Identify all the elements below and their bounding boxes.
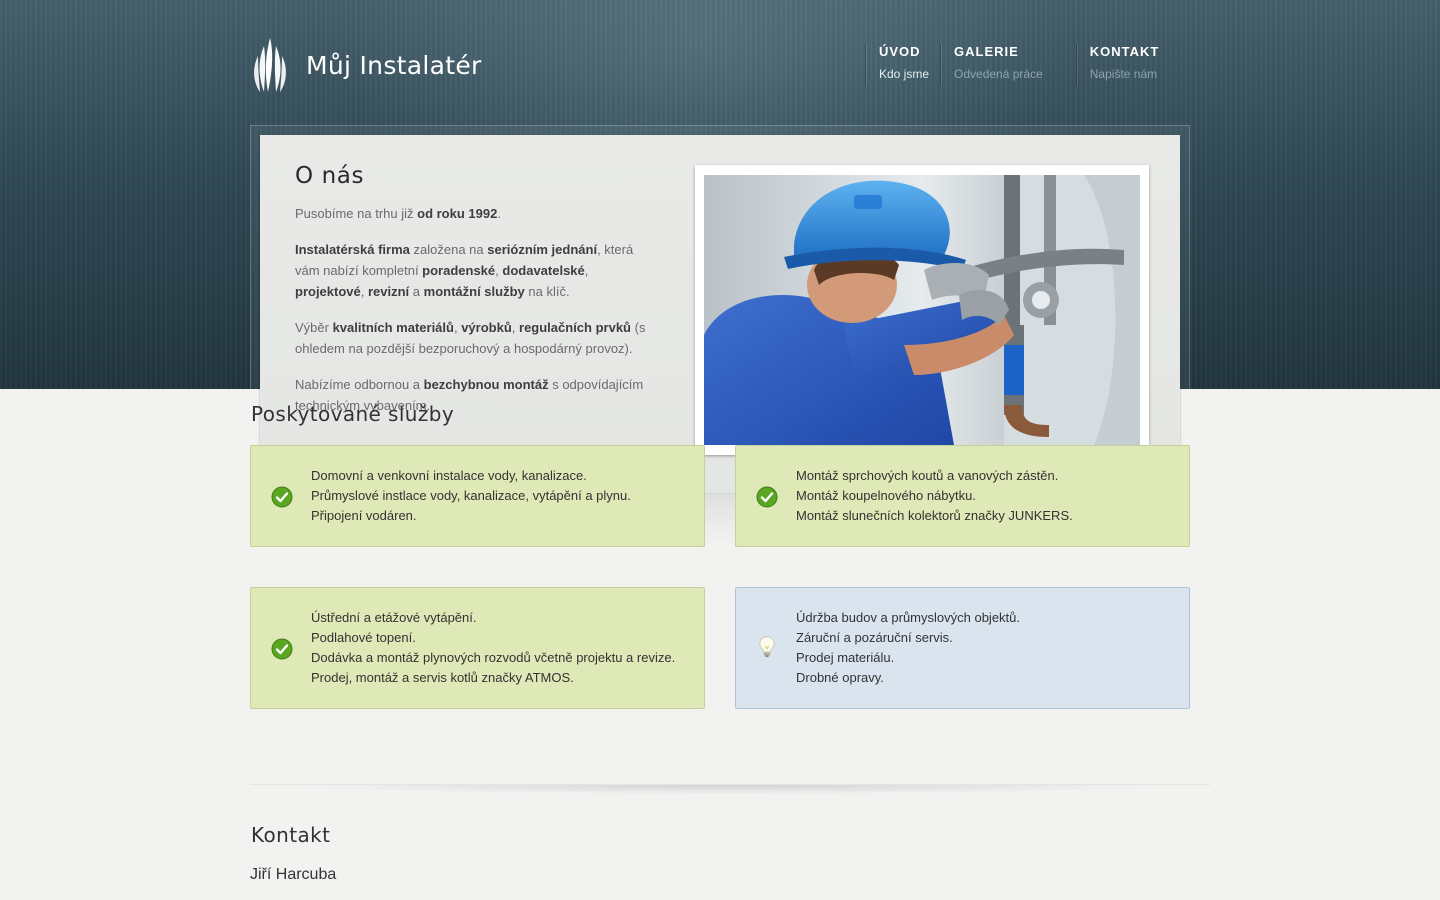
service-line: Průmyslové instlace vody, kanalizace, vy… [311,488,631,503]
checkmark-icon [756,486,778,508]
nav-item-kontakt[interactable]: KONTAKT Napište nám [1076,44,1172,86]
service-line: Záruční a pozáruční servis. [796,630,953,645]
text: . [497,206,501,221]
service-box: Montáž sprchových koutů a vanových zástě… [735,445,1190,547]
bold-text: revizní [367,284,410,299]
contact-title: Kontakt [251,823,331,847]
site-logo[interactable]: Můj Instalatér [250,36,482,94]
bold-text: Instalatérská firma [295,242,410,257]
about-paragraph-3: Výběr kvalitních materiálů, výrobků, reg… [295,317,655,359]
service-line: Ústřední a etážové vytápění. [311,610,477,625]
bold-text: projektové [295,284,361,299]
services-title: Poskytované služby [251,402,455,426]
bold-text: výrobků [461,320,512,335]
service-line: Montáž koupelnového nábytku. [796,488,976,503]
bold-text: bezchybnou montáž [423,377,549,392]
checkmark-icon [271,638,293,660]
about-section: O nás Pusobíme na trhu již od roku 1992.… [295,163,655,431]
text: a [409,284,424,299]
nav-item-title: GALERIE [954,44,1019,59]
section-divider [250,784,1210,795]
checkmark-icon [271,486,293,508]
bold-text: regulačních prvků [519,320,631,335]
main-nav: ÚVOD Kdo jsme GALERIE Odvedená práce KON… [866,44,1171,86]
bold-text: seriózním jednání [487,242,598,257]
text: založena na [409,242,488,257]
service-line: Drobné opravy. [796,670,884,685]
plumber-illustration [704,175,1140,445]
flame-logo-icon [254,38,286,92]
service-line: Dodávka a montáž plynových rozvodů včetn… [311,650,676,665]
about-paragraph-2: Instalatérská firma založena na seriózní… [295,239,655,302]
bold-text: od roku 1992 [417,206,498,221]
about-title: O nás [295,163,365,189]
bold-text: poradenské [422,263,496,278]
nav-item-title: KONTAKT [1089,44,1160,59]
service-line: Domovní a venkovní instalace vody, kanal… [311,468,587,483]
photo-frame [695,165,1149,455]
bold-text: montážní služby [423,284,525,299]
lightbulb-icon [759,636,775,658]
service-line: Podlahové topení. [311,630,416,645]
service-box: Údržba budov a průmyslových objektů. Zár… [735,587,1190,709]
text: , [511,320,520,335]
service-line: Montáž slunečních kolektorů značky JUNKE… [796,508,1073,523]
nav-item-subtitle: Odvedená práce [954,67,1043,81]
service-line: Prodej materiálu. [796,650,895,665]
service-line: Montáž sprchových koutů a vanových zástě… [796,468,1059,483]
service-line: Údržba budov a průmyslových objektů. [796,610,1021,625]
text: Pusobíme na trhu již [295,206,418,221]
text: , [584,263,589,278]
service-box: Domovní a venkovní instalace vody, kanal… [250,445,705,547]
logo-text: Můj Instalatér [306,50,482,80]
text: , [360,284,368,299]
text: na klíč. [524,284,570,299]
service-box: Ústřední a etážové vytápění. Podlahové t… [250,587,705,709]
about-paragraph-1: Pusobíme na trhu již od roku 1992. [295,203,655,224]
contact-name: Jiří Harcuba [250,866,337,883]
bold-text: kvalitních materiálů [332,320,454,335]
text: Výběr [295,320,333,335]
service-line: Prodej, montáž a servis kotlů značky ATM… [311,670,574,685]
nav-item-galerie[interactable]: GALERIE Odvedená práce [941,44,1077,86]
nav-item-subtitle: Kdo jsme [879,67,930,81]
nav-item-uvod[interactable]: ÚVOD Kdo jsme [866,44,941,86]
service-line: Připojení vodáren. [311,508,417,523]
nav-item-title: ÚVOD [879,44,921,59]
nav-item-subtitle: Napište nám [1089,67,1158,81]
bold-text: dodavatelské [502,263,585,278]
text: Nabízíme odbornou a [295,377,424,392]
plumber-photo [704,175,1140,445]
